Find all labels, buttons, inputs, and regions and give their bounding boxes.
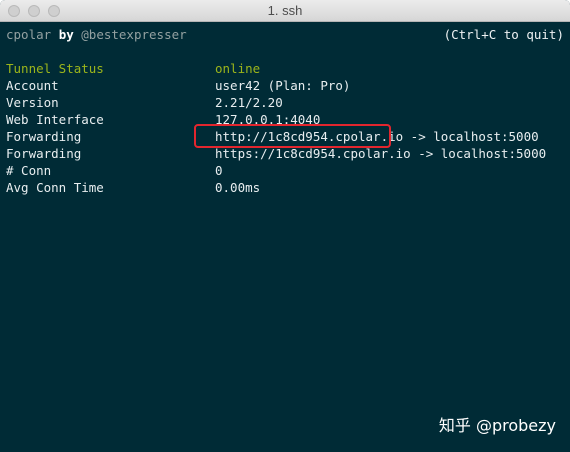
app-name: cpolar: [6, 27, 52, 42]
value-avg-conn-time: 0.00ms: [215, 180, 261, 195]
terminal-window: 1. ssh cpolar by @bestexpresser (Ctrl+C …: [0, 0, 570, 452]
url-highlight-box: [194, 124, 391, 148]
watermark: 知乎 @probezy: [438, 416, 556, 435]
title-bar[interactable]: 1. ssh: [0, 0, 570, 22]
banner: cpolar by @bestexpresser: [6, 26, 187, 43]
value-conn-count: 0: [215, 163, 223, 178]
author-handle: @bestexpresser: [81, 27, 187, 42]
label-account: Account: [6, 78, 59, 93]
label-tunnel-status: Tunnel Status: [6, 61, 104, 76]
label-conn-count: # Conn: [6, 163, 52, 178]
label-forwarding-https: Forwarding: [6, 146, 82, 161]
window-title: 1. ssh: [267, 3, 303, 18]
label-avg-conn-time: Avg Conn Time: [6, 180, 104, 195]
value-version: 2.21/2.20: [215, 95, 283, 110]
label-forwarding-http: Forwarding: [6, 129, 82, 144]
value-account: user42 (Plan: Pro): [215, 78, 351, 93]
forwarding-https-target: -> localhost:5000: [410, 146, 547, 161]
forwarding-https-url[interactable]: https://1c8cd954.cpolar.io: [215, 146, 411, 161]
label-web-interface: Web Interface: [6, 112, 104, 127]
value-tunnel-status: online: [215, 61, 261, 76]
terminal-content[interactable]: cpolar by @bestexpresser (Ctrl+C to quit…: [0, 22, 570, 452]
by-label: by: [58, 27, 74, 42]
forwarding-http-target: -> localhost:5000: [403, 129, 539, 144]
label-version: Version: [6, 95, 59, 110]
quit-hint: (Ctrl+C to quit): [443, 27, 564, 42]
